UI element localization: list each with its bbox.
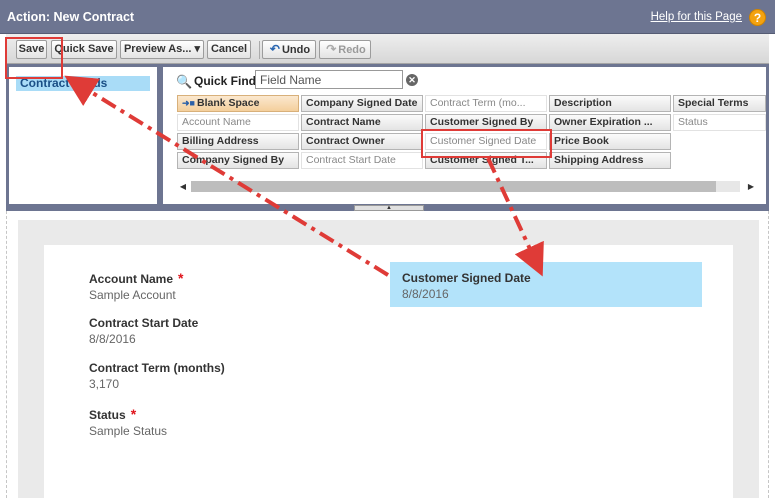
field-tile[interactable]: Contract Name	[301, 114, 423, 131]
field-tile[interactable]: Contract Owner	[301, 133, 423, 150]
field-palette: Save Quick Save Preview As... ▾ Cancel ↶…	[6, 34, 769, 211]
page-title: Action: New Contract	[7, 10, 135, 24]
blank-space-icon: ➜■	[182, 98, 195, 108]
toolbar-divider	[259, 41, 260, 59]
field-label: Contract Term (months)	[89, 361, 225, 375]
field-label: Customer Signed Date	[402, 271, 531, 285]
field-tile[interactable]: Account Name	[177, 114, 299, 131]
field-value: 8/8/2016	[402, 287, 449, 301]
field-tile[interactable]: Contract Start Date	[301, 152, 423, 169]
layout-field-contract-term[interactable]: Contract Term (months) 3,170	[89, 361, 225, 391]
field-tile[interactable]: Shipping Address	[549, 152, 671, 169]
undo-label: Undo	[281, 44, 311, 56]
quick-find-label: Quick Find	[194, 74, 257, 88]
layout-field-account-name[interactable]: Account Name * Sample Account	[89, 270, 183, 302]
redo-button[interactable]: ↷ Redo	[319, 40, 371, 59]
field-tile[interactable]: Company Signed By	[177, 152, 299, 169]
field-value: 3,170	[89, 377, 120, 391]
field-tile[interactable]: Owner Expiration ...	[549, 114, 671, 131]
toolbar: Save Quick Save Preview As... ▾ Cancel ↶…	[6, 34, 769, 64]
scroll-left-icon[interactable]: ◀	[177, 179, 189, 194]
field-label: Status	[89, 408, 126, 422]
required-icon: *	[130, 406, 137, 422]
field-label: Contract Start Date	[89, 316, 199, 330]
save-highlight-box	[5, 37, 63, 79]
field-tile[interactable]: Contract Term (mo...	[425, 95, 547, 112]
cancel-button[interactable]: Cancel	[207, 40, 251, 59]
quick-find-input[interactable]	[255, 70, 403, 89]
scroll-right-icon[interactable]: ▶	[745, 179, 757, 194]
undo-button[interactable]: ↶ Undo	[262, 40, 316, 59]
help-icon[interactable]: ?	[749, 9, 766, 26]
help-link[interactable]: Help for this Page	[651, 11, 742, 23]
page-header: Action: New Contract Help for this Page …	[0, 0, 775, 34]
sidebar: Contract Fields	[9, 67, 157, 204]
search-icon: 🔍	[176, 74, 193, 89]
field-tile-label: Blank Space	[197, 97, 260, 109]
redo-icon: ↷	[326, 42, 337, 56]
field-value: Sample Status	[89, 424, 168, 438]
field-label: Account Name	[89, 272, 174, 286]
scrollbar-thumb[interactable]	[191, 181, 716, 192]
field-tile[interactable]: Billing Address	[177, 133, 299, 150]
layout-section: Account Name * Sample Account Contract St…	[18, 220, 759, 498]
clear-icon[interactable]: ✕	[406, 74, 418, 86]
preview-as-label: Preview As...	[123, 43, 192, 55]
field-tile[interactable]: Price Book	[549, 133, 671, 150]
field-highlight-box	[421, 129, 552, 158]
chevron-down-icon: ▾	[191, 43, 201, 55]
field-tile[interactable]: Description	[549, 95, 671, 112]
preview-as-button[interactable]: Preview As... ▾	[120, 40, 204, 59]
redo-label: Redo	[338, 44, 366, 56]
field-value: 8/8/2016	[89, 332, 136, 346]
layout-field-status[interactable]: Status * Sample Status	[89, 406, 167, 438]
layout-section-body: Account Name * Sample Account Contract St…	[44, 245, 733, 498]
horizontal-scrollbar[interactable]: ◀ ▶	[177, 179, 757, 194]
field-tile[interactable]: Company Signed Date	[301, 95, 423, 112]
required-icon: *	[178, 270, 184, 286]
field-value: Sample Account	[89, 288, 176, 302]
layout-field-customer-signed-date[interactable]: Customer Signed Date 8/8/2016	[390, 262, 702, 307]
layout-canvas: Account Name * Sample Account Contract St…	[6, 211, 769, 498]
layout-field-contract-start-date[interactable]: Contract Start Date 8/8/2016	[89, 316, 198, 346]
field-tile[interactable]: Status	[673, 114, 766, 131]
undo-icon: ↶	[269, 42, 280, 56]
field-tile-blank-space[interactable]: ➜■ Blank Space	[177, 95, 299, 112]
field-tile[interactable]: Special Terms	[673, 95, 766, 112]
